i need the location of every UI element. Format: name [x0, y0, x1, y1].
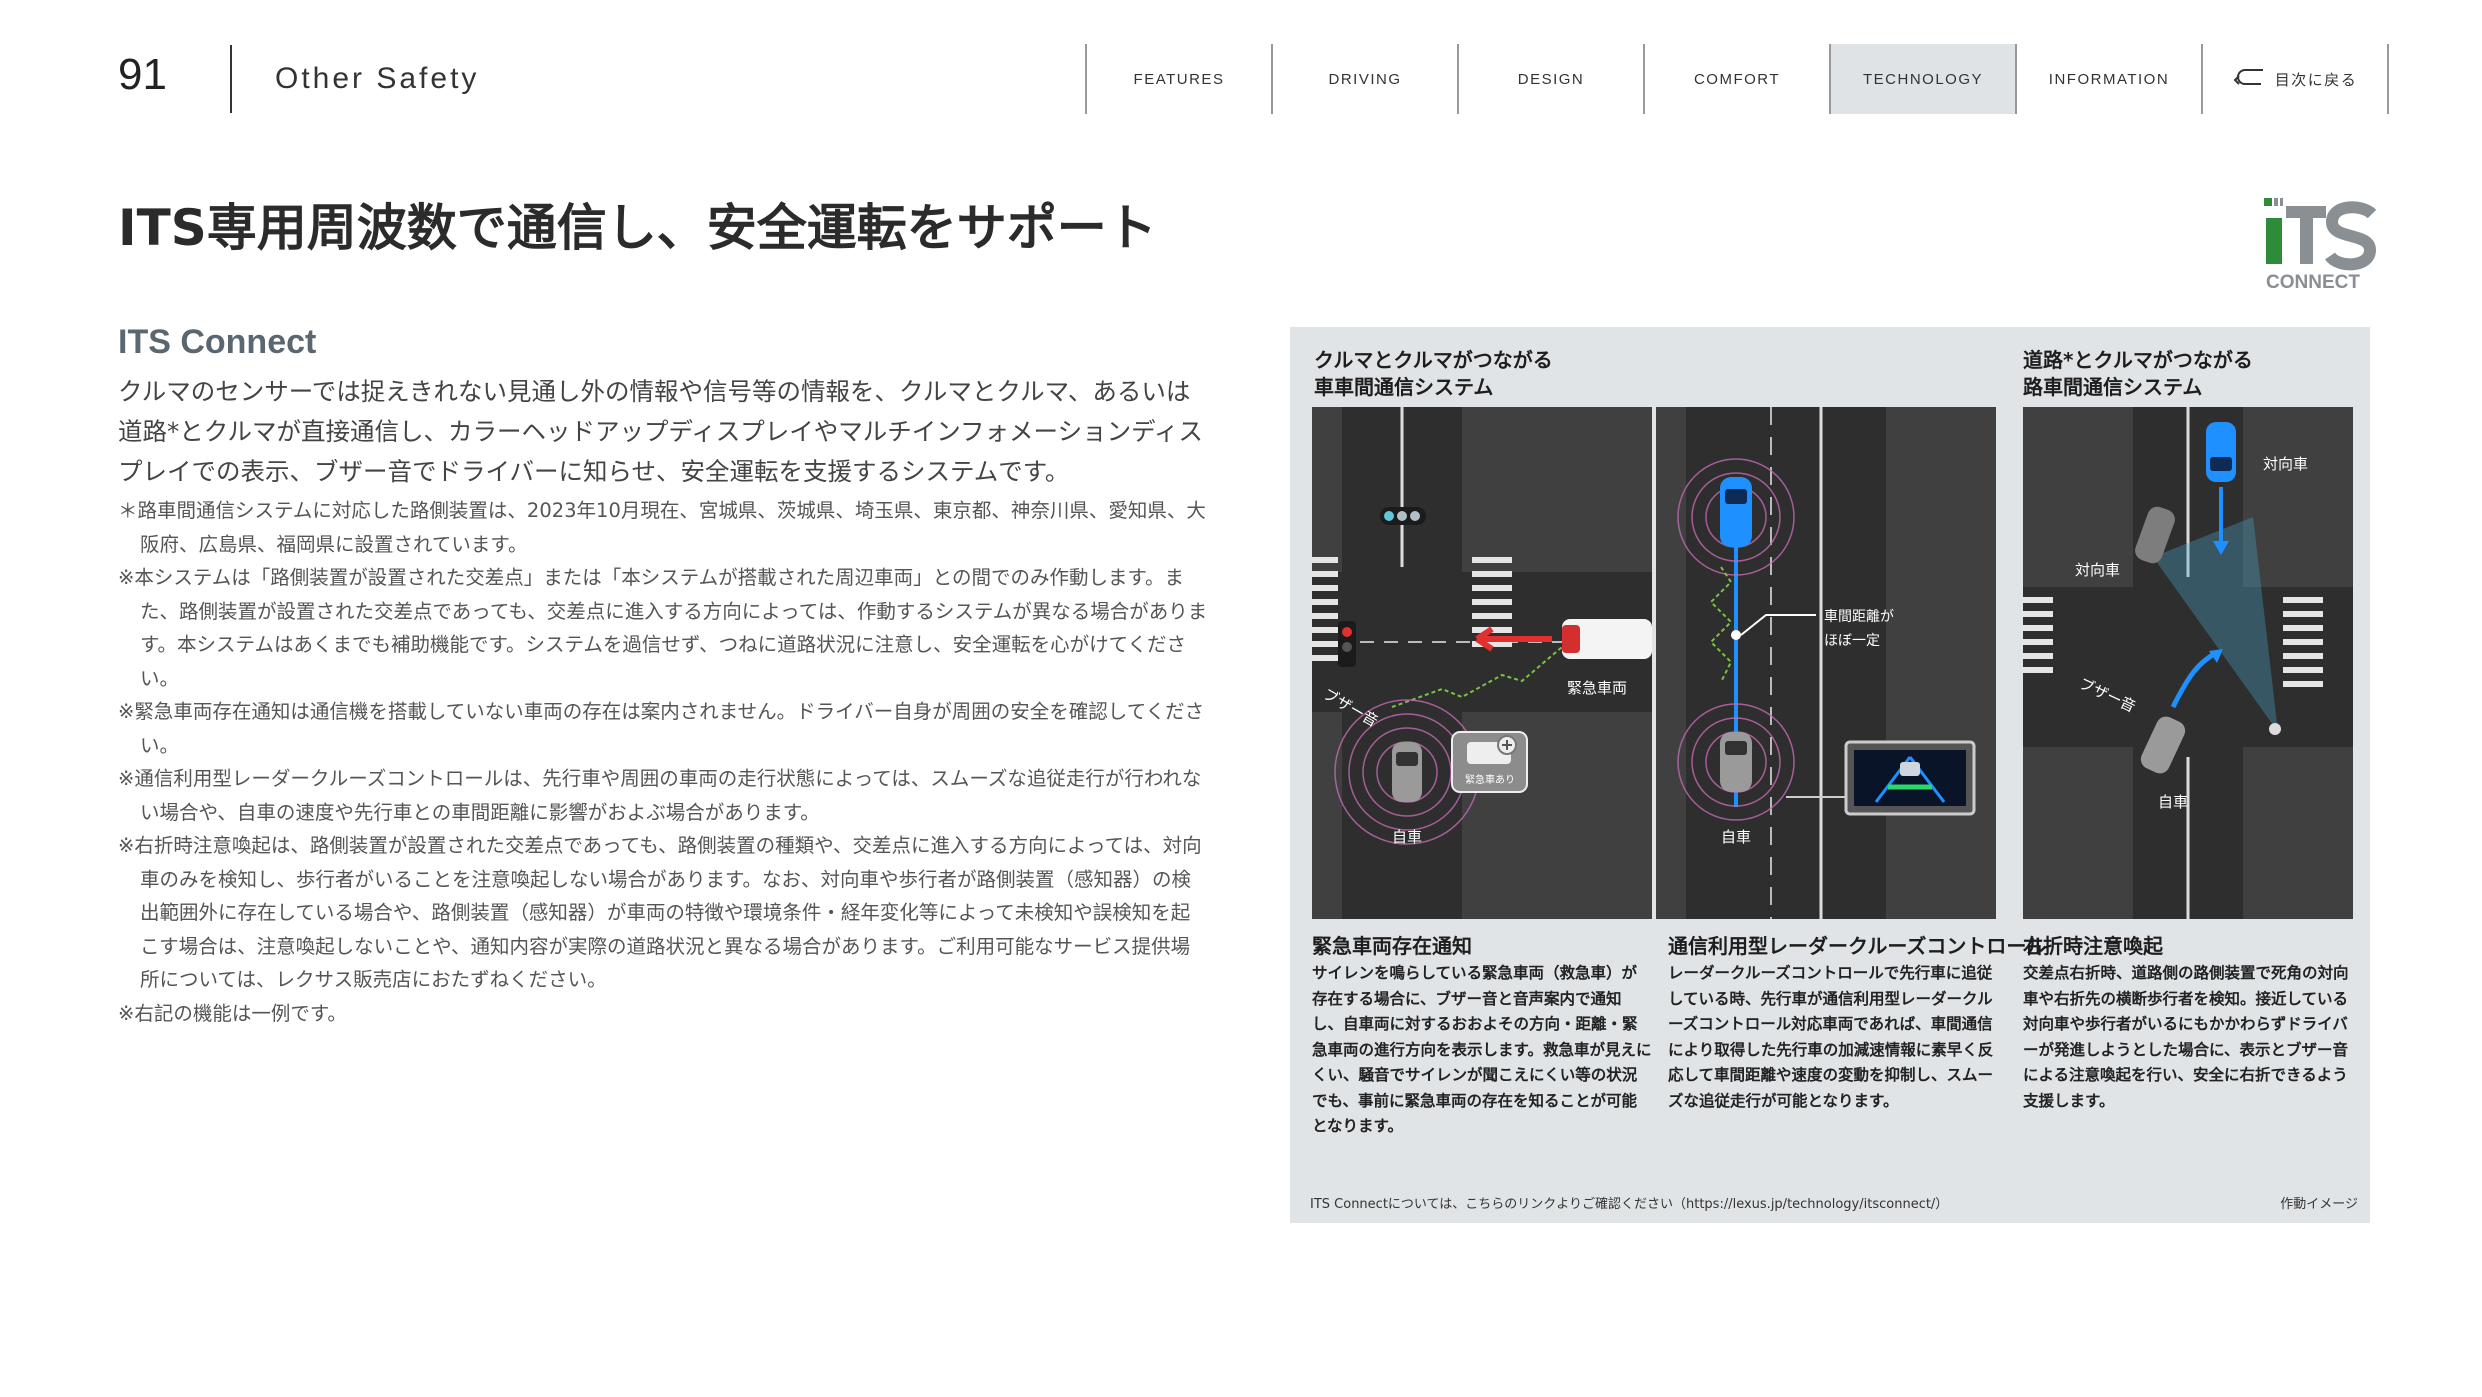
nav-design[interactable]: DESIGN — [1457, 44, 1643, 114]
back-to-contents-button[interactable]: 目次に戻る — [2201, 44, 2389, 114]
note-roadside-units: ＊路車間通信システムに対応した路側装置は、2023年10月現在、宮城県、茨城県、… — [118, 499, 1206, 556]
note-emergency: ※緊急車両存在通知は通信機を搭載していない車両の存在は案内されません。ドライバー… — [118, 700, 1205, 757]
its-diagram-panel: クルマとクルマがつながる 車車間通信システム 道路*とクルマがつながる 路車間通… — [1290, 327, 2370, 1223]
notes-list: ＊路車間通信システムに対応した路側装置は、2023年10月現在、宮城県、茨城県、… — [118, 494, 1208, 1030]
note-right-turn: ※右折時注意喚起は、路側装置が設置された交差点であっても、路側装置の種類や、交差… — [118, 834, 1202, 991]
page-heading: ITS専用周波数で通信し、安全運転をサポート — [118, 199, 1157, 257]
nav-information[interactable]: INFORMATION — [2015, 44, 2201, 114]
its-connect-heading: ITS Connect — [118, 323, 317, 361]
r2v-group-title: 道路*とクルマがつながる 路車間通信システム — [2023, 348, 2253, 399]
note-operation-scope: ※本システムは「路側装置が設置された交差点」または「本システムが搭載された周辺車… — [118, 566, 1208, 690]
feature-body-rightturn: 交差点右折時、道路側の路側装置で死角の対向車や右折先の横断歩行者を検知。接近して… — [2023, 964, 2349, 1110]
feature-title-emergency: 緊急車両存在通知 — [1312, 934, 1472, 958]
back-label: 目次に戻る — [2274, 71, 2358, 89]
cruise-scene: 車間距離が ほぼ一定 自車 — [1656, 407, 1996, 919]
emergency-icon-label: 緊急車あり — [1465, 773, 1515, 786]
gap-label-2: ほぼ一定 — [1824, 633, 1880, 649]
nav-driving[interactable]: DRIVING — [1271, 44, 1457, 114]
rightturn-ego-label: 自車 — [2158, 793, 2188, 811]
logo-connect-text: CONNECT — [2266, 272, 2360, 292]
nav-features[interactable]: FEATURES — [1085, 44, 1271, 114]
section-title: Other Safety — [275, 62, 480, 95]
nav-comfort[interactable]: COMFORT — [1643, 44, 1829, 114]
oncoming-label-2: 対向車 — [2075, 561, 2120, 579]
ego-label: 自車 — [1392, 828, 1422, 846]
its-connect-link[interactable]: ITS Connectについては、こちらのリンクよりご確認ください（https:… — [1310, 1193, 1948, 1212]
its-connect-logo: CONNECT — [2262, 192, 2380, 293]
feature-body-emergency: サイレンを鳴らしている緊急車両（救急車）が存在する場合に、ブザー音と音声案内で通… — [1312, 964, 1652, 1135]
gap-label-1: 車間距離が — [1824, 608, 1894, 625]
cruise-ego-label: 自車 — [1721, 828, 1751, 846]
image-note: 作動イメージ — [2280, 1197, 2358, 1212]
feature-body-cruise: レーダークルーズコントロールで先行車に追従している時、先行車が通信利用型レーダー… — [1668, 964, 1994, 1110]
v2v-group-title: クルマとクルマがつながる 車車間通信システム — [1314, 348, 1553, 399]
return-arrow-icon — [2233, 66, 2267, 92]
page-number: 91 — [118, 50, 167, 99]
nav-technology[interactable]: TECHNOLOGY — [1829, 44, 2015, 114]
rightturn-scene: 対向車 対向車 ブザー音 自車 — [2023, 407, 2353, 919]
note-example: ※右記の機能は一例です。 — [118, 1001, 347, 1025]
oncoming-label-1: 対向車 — [2263, 455, 2308, 473]
note-cruise: ※通信利用型レーダークルーズコントロールは、先行車や周囲の車両の走行状態によって… — [118, 767, 1202, 824]
intro-paragraph: クルマのセンサーでは捉えきれない見通し外の情報や信号等の情報を、クルマとクルマ、… — [118, 377, 1203, 486]
emergency-scene: 緊急車あり ブザー音 自車 緊急車両 — [1312, 407, 1652, 919]
feature-title-cruise: 通信利用型レーダークルーズコントロール — [1668, 934, 2047, 958]
emergency-vehicle-label: 緊急車両 — [1567, 679, 1627, 697]
top-nav: FEATURES DRIVING DESIGN COMFORT TECHNOLO… — [1085, 44, 2389, 114]
feature-title-rightturn: 右折時注意喚起 — [2023, 934, 2163, 958]
header-divider — [230, 45, 232, 113]
